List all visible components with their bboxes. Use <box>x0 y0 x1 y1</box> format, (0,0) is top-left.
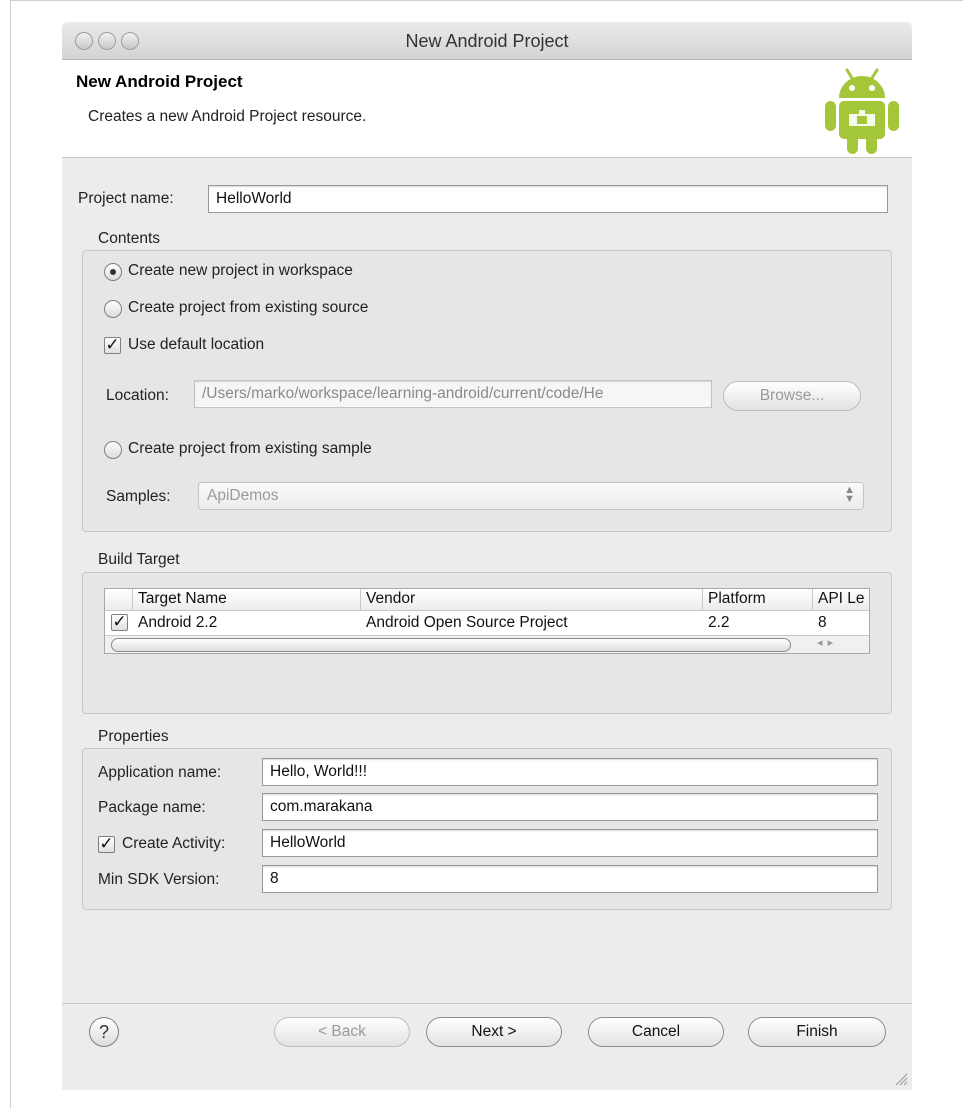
window-title: New Android Project <box>405 31 569 51</box>
radio-existing-source[interactable] <box>104 300 122 318</box>
project-name-label: Project name: <box>78 190 174 207</box>
back-button[interactable]: < Back <box>274 1017 410 1047</box>
application-name-input[interactable]: Hello, World!!! <box>262 758 878 786</box>
create-activity-checkbox[interactable]: ✓ <box>98 834 115 853</box>
table-header-api-level[interactable]: API Le <box>813 589 869 611</box>
package-name-input[interactable]: com.marakana <box>262 793 878 821</box>
browse-button[interactable]: Browse... <box>723 381 861 411</box>
banner-title: New Android Project <box>76 72 243 91</box>
page-frame-left <box>10 0 11 1108</box>
table-row-target-name[interactable]: Android 2.2 <box>133 612 361 634</box>
properties-group-label: Properties <box>98 728 169 745</box>
table-header-vendor[interactable]: Vendor <box>361 589 703 611</box>
location-label: Location: <box>106 387 169 404</box>
radio-existing-source-label[interactable]: Create project from existing source <box>128 299 368 317</box>
use-default-location-label[interactable]: Use default location <box>128 336 264 354</box>
wizard-banner: New Android Project Creates a new Androi… <box>62 60 912 158</box>
table-row-platform[interactable]: 2.2 <box>703 612 813 634</box>
cancel-button[interactable]: Cancel <box>588 1017 724 1047</box>
resize-grip-icon[interactable] <box>894 1072 908 1086</box>
table-horizontal-scrollbar[interactable]: ◂ ▸ <box>105 635 869 653</box>
samples-label: Samples: <box>106 488 171 505</box>
help-icon[interactable]: ? <box>89 1017 119 1047</box>
android-robot-icon <box>825 68 899 154</box>
table-header-platform[interactable]: Platform <box>703 589 813 611</box>
table-header-check <box>105 589 133 611</box>
stepper-arrows-icon: ▲ ▼ <box>844 484 855 505</box>
scrollbar-thumb[interactable] <box>111 638 791 652</box>
radio-create-new-project[interactable] <box>104 263 122 281</box>
target-row-checkbox[interactable]: ✓ <box>111 612 128 631</box>
min-sdk-version-input[interactable]: 8 <box>262 865 878 893</box>
create-activity-input[interactable]: HelloWorld <box>262 829 878 857</box>
contents-group-label: Contents <box>98 230 161 247</box>
project-name-input[interactable]: HelloWorld <box>208 185 888 213</box>
banner-description: Creates a new Android Project resource. <box>88 108 367 125</box>
radio-create-new-project-label[interactable]: Create new project in workspace <box>128 262 353 280</box>
use-default-location-checkbox[interactable]: ✓ <box>104 335 121 354</box>
min-sdk-version-label: Min SDK Version: <box>98 871 220 888</box>
scroll-arrows-icon[interactable]: ◂ ▸ <box>817 636 834 649</box>
finish-button[interactable]: Finish <box>748 1017 886 1047</box>
titlebar[interactable]: New Android Project <box>62 22 912 60</box>
create-activity-label[interactable]: Create Activity: <box>122 835 225 853</box>
build-target-table[interactable]: Target Name Vendor Platform API Le ✓ And… <box>104 588 870 654</box>
checkmark-icon: ✓ <box>99 834 114 853</box>
dialog-window: New Android Project New Android Project … <box>62 22 912 1090</box>
build-target-group-label: Build Target <box>98 551 180 568</box>
samples-select[interactable]: ApiDemos ▲ ▼ <box>198 482 864 510</box>
table-row-vendor[interactable]: Android Open Source Project <box>361 612 703 634</box>
checkmark-icon: ✓ <box>105 335 120 354</box>
next-button[interactable]: Next > <box>426 1017 562 1047</box>
radio-existing-sample-label[interactable]: Create project from existing sample <box>128 440 372 458</box>
location-input[interactable]: /Users/marko/workspace/learning-android/… <box>194 380 712 408</box>
page-frame-top <box>10 0 963 1</box>
radio-existing-sample[interactable] <box>104 441 122 459</box>
application-name-label: Application name: <box>98 764 222 781</box>
samples-select-value: ApiDemos <box>207 487 279 504</box>
package-name-label: Package name: <box>98 799 206 816</box>
checkmark-icon: ✓ <box>112 612 127 631</box>
table-header-target-name[interactable]: Target Name <box>133 589 361 611</box>
table-row-api-level[interactable]: 8 <box>813 612 869 634</box>
footer-divider <box>62 1003 912 1004</box>
